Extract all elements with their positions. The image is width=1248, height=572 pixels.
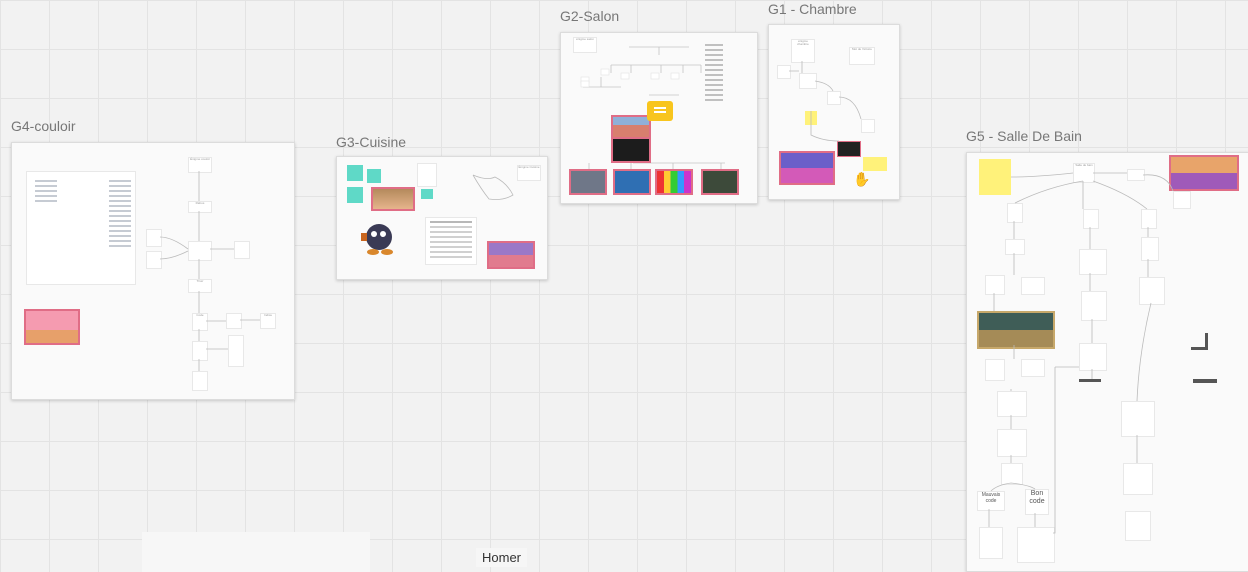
faded-shape xyxy=(142,532,370,572)
g3-connectors xyxy=(472,174,514,200)
frame-g3-cuisine[interactable]: Énigme Cuisine xyxy=(336,156,548,280)
tv-screen-image[interactable] xyxy=(611,137,651,163)
g4-connectors xyxy=(159,171,260,371)
tv-thumbnail-2[interactable] xyxy=(613,169,651,195)
g5-connectors xyxy=(988,172,1174,534)
living-room-image[interactable] xyxy=(611,115,651,139)
tv-thumbnail-3[interactable] xyxy=(655,169,693,195)
collaborator-name-label: Homer xyxy=(476,548,528,567)
tv-thumbnail-4[interactable] xyxy=(701,169,739,195)
frame-title-g2[interactable]: G2-Salon xyxy=(560,8,619,24)
frame-g4-couloir[interactable]: Énigme couloir Rébus Tiroir Code Indice xyxy=(11,142,295,400)
frame-g2-salon[interactable]: énigme salon xyxy=(560,32,758,204)
frame-title-g4[interactable]: G4-couloir xyxy=(11,118,76,134)
frame-title-g3[interactable]: G3-Cuisine xyxy=(336,134,406,150)
text-list xyxy=(701,41,727,104)
frame-title-g5[interactable]: G5 - Salle De Bain xyxy=(966,128,1082,144)
tv-thumbnail-1[interactable] xyxy=(569,169,607,195)
frame-g5-salle-de-bain[interactable]: Salle de bain Mauvais code Bon code xyxy=(966,152,1248,572)
g1-connectors xyxy=(789,61,862,142)
frame-title-g1[interactable]: G1 - Chambre xyxy=(768,1,857,17)
frame-g1-chambre[interactable]: énigme chambre Mot de Victoire ✋ xyxy=(768,24,900,200)
comment-icon[interactable] xyxy=(647,101,673,121)
